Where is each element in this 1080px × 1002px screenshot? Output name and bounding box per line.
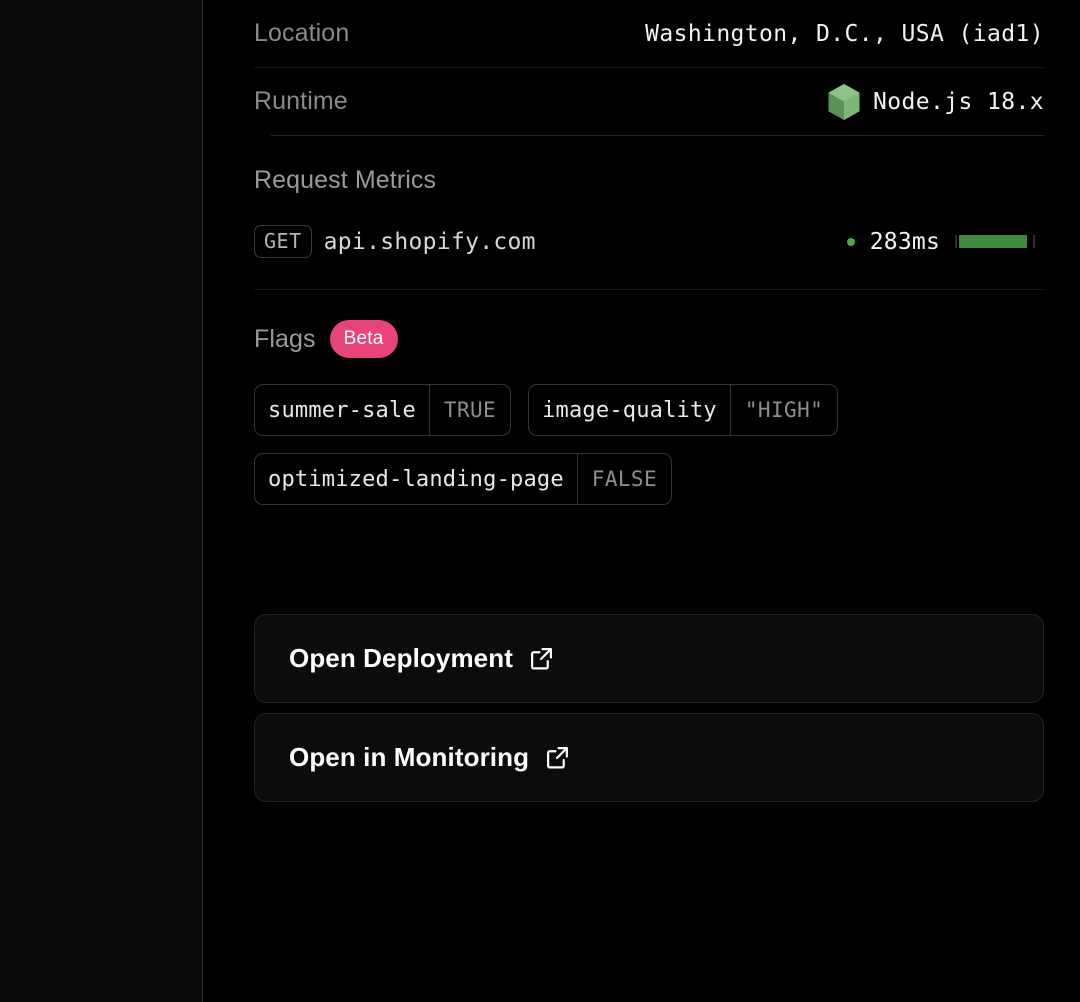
open-in-monitoring-button[interactable]: Open in Monitoring: [254, 713, 1044, 802]
flag-name: summer-sale: [268, 397, 416, 423]
request-duration: 283ms: [869, 228, 940, 255]
action-button-group: Open Deployment Open in Monitoring: [254, 614, 1044, 802]
request-metric-identity: GET api.shopify.com: [254, 225, 536, 258]
flag-name: image-quality: [542, 397, 717, 423]
status-dot-icon: [846, 237, 855, 246]
flag-chip[interactable]: summer-sale TRUE: [254, 384, 512, 436]
request-metric-timing: 283ms: [846, 228, 1035, 255]
detail-label-location: Location: [254, 19, 350, 47]
flag-chip[interactable]: optimized-landing-page FALSE: [254, 453, 673, 505]
external-link-icon: [529, 646, 554, 671]
open-deployment-label: Open Deployment: [289, 643, 513, 673]
open-deployment-button[interactable]: Open Deployment: [254, 614, 1044, 703]
detail-row-runtime: Runtime Node.js 18.x: [254, 68, 1044, 135]
detail-value-location: Washington, D.C., USA (iad1): [645, 20, 1044, 47]
detail-label-runtime: Runtime: [254, 87, 348, 115]
flag-value: "HIGH": [729, 385, 837, 435]
latency-bar-track: [955, 235, 1035, 248]
detail-value-runtime: Node.js 18.x: [873, 88, 1044, 115]
flag-chip-list: summer-sale TRUE image-quality "HIGH" op…: [254, 384, 914, 505]
flag-value: FALSE: [576, 454, 671, 504]
external-link-icon: [545, 745, 570, 770]
beta-badge: Beta: [329, 320, 398, 358]
latency-bar-fill: [959, 235, 1028, 248]
detail-row-location: Location Washington, D.C., USA (iad1): [254, 0, 1044, 67]
flags-title: Flags: [254, 324, 316, 353]
left-list-pane: [0, 0, 202, 1002]
flag-chip[interactable]: image-quality "HIGH": [528, 384, 839, 436]
http-method-badge: GET: [254, 225, 312, 258]
detail-value-runtime-group: Node.js 18.x: [827, 83, 1044, 121]
flag-value: TRUE: [428, 385, 510, 435]
nodejs-hexagon-icon: [827, 83, 861, 121]
deployment-details-screen: Location Washington, D.C., USA (iad1) Ru…: [0, 0, 1080, 1002]
request-metric-row[interactable]: GET api.shopify.com 283ms: [254, 225, 1044, 258]
flags-title-group: Flags Beta: [254, 320, 1044, 358]
detail-panel: Location Washington, D.C., USA (iad1) Ru…: [203, 0, 1080, 1002]
flag-name: optimized-landing-page: [268, 466, 564, 492]
flags-section: Flags Beta summer-sale TRUE image-qualit…: [254, 290, 1044, 505]
request-metrics-title: Request Metrics: [254, 166, 437, 194]
request-metrics-section: Request Metrics GET api.shopify.com 283m…: [254, 136, 1044, 258]
open-in-monitoring-label: Open in Monitoring: [289, 742, 530, 772]
request-host: api.shopify.com: [323, 228, 536, 255]
